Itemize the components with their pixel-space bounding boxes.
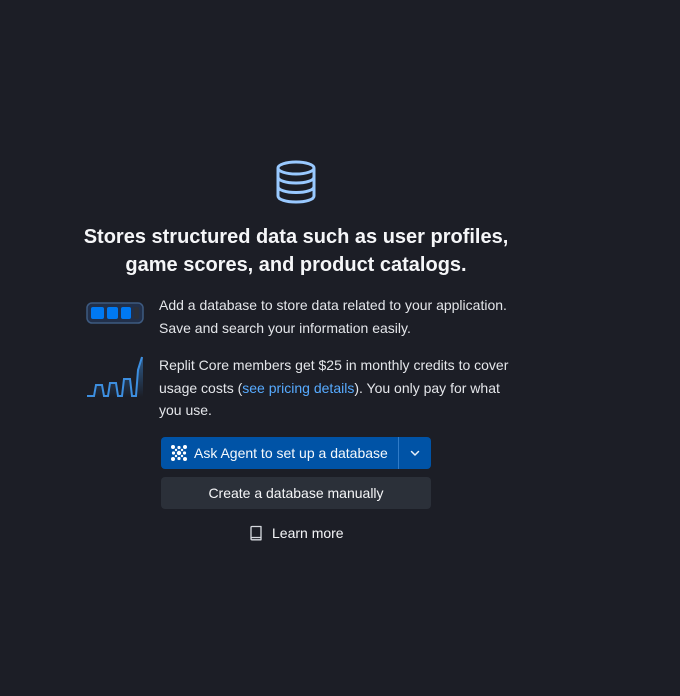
- feature-pricing: Replit Core members get $25 in monthly c…: [86, 354, 509, 422]
- pricing-details-link[interactable]: see pricing details: [242, 380, 354, 396]
- ask-agent-dropdown-button[interactable]: [398, 437, 431, 469]
- database-empty-state: Stores structured data such as user prof…: [0, 0, 592, 696]
- ask-agent-label: Ask Agent to set up a database: [194, 445, 388, 461]
- feature-pricing-text: Replit Core members get $25 in monthly c…: [159, 354, 509, 422]
- page-title: Stores structured data such as user prof…: [83, 226, 509, 276]
- ask-agent-button[interactable]: Ask Agent to set up a database: [161, 437, 398, 469]
- usage-chart-icon: [87, 356, 143, 397]
- create-database-manually-button[interactable]: Create a database manually: [161, 477, 431, 509]
- learn-more-link[interactable]: Learn more: [248, 522, 344, 544]
- database-icon: [276, 160, 316, 204]
- feature-storage: Add a database to store data related to …: [86, 294, 509, 339]
- book-icon: [250, 525, 262, 541]
- agent-icon: [171, 445, 187, 461]
- storage-bars-icon: [86, 302, 144, 324]
- feature-storage-text: Add a database to store data related to …: [159, 297, 507, 336]
- learn-more-label: Learn more: [272, 525, 344, 541]
- ask-agent-button-group: Ask Agent to set up a database: [161, 437, 431, 469]
- chevron-down-icon: [410, 450, 420, 456]
